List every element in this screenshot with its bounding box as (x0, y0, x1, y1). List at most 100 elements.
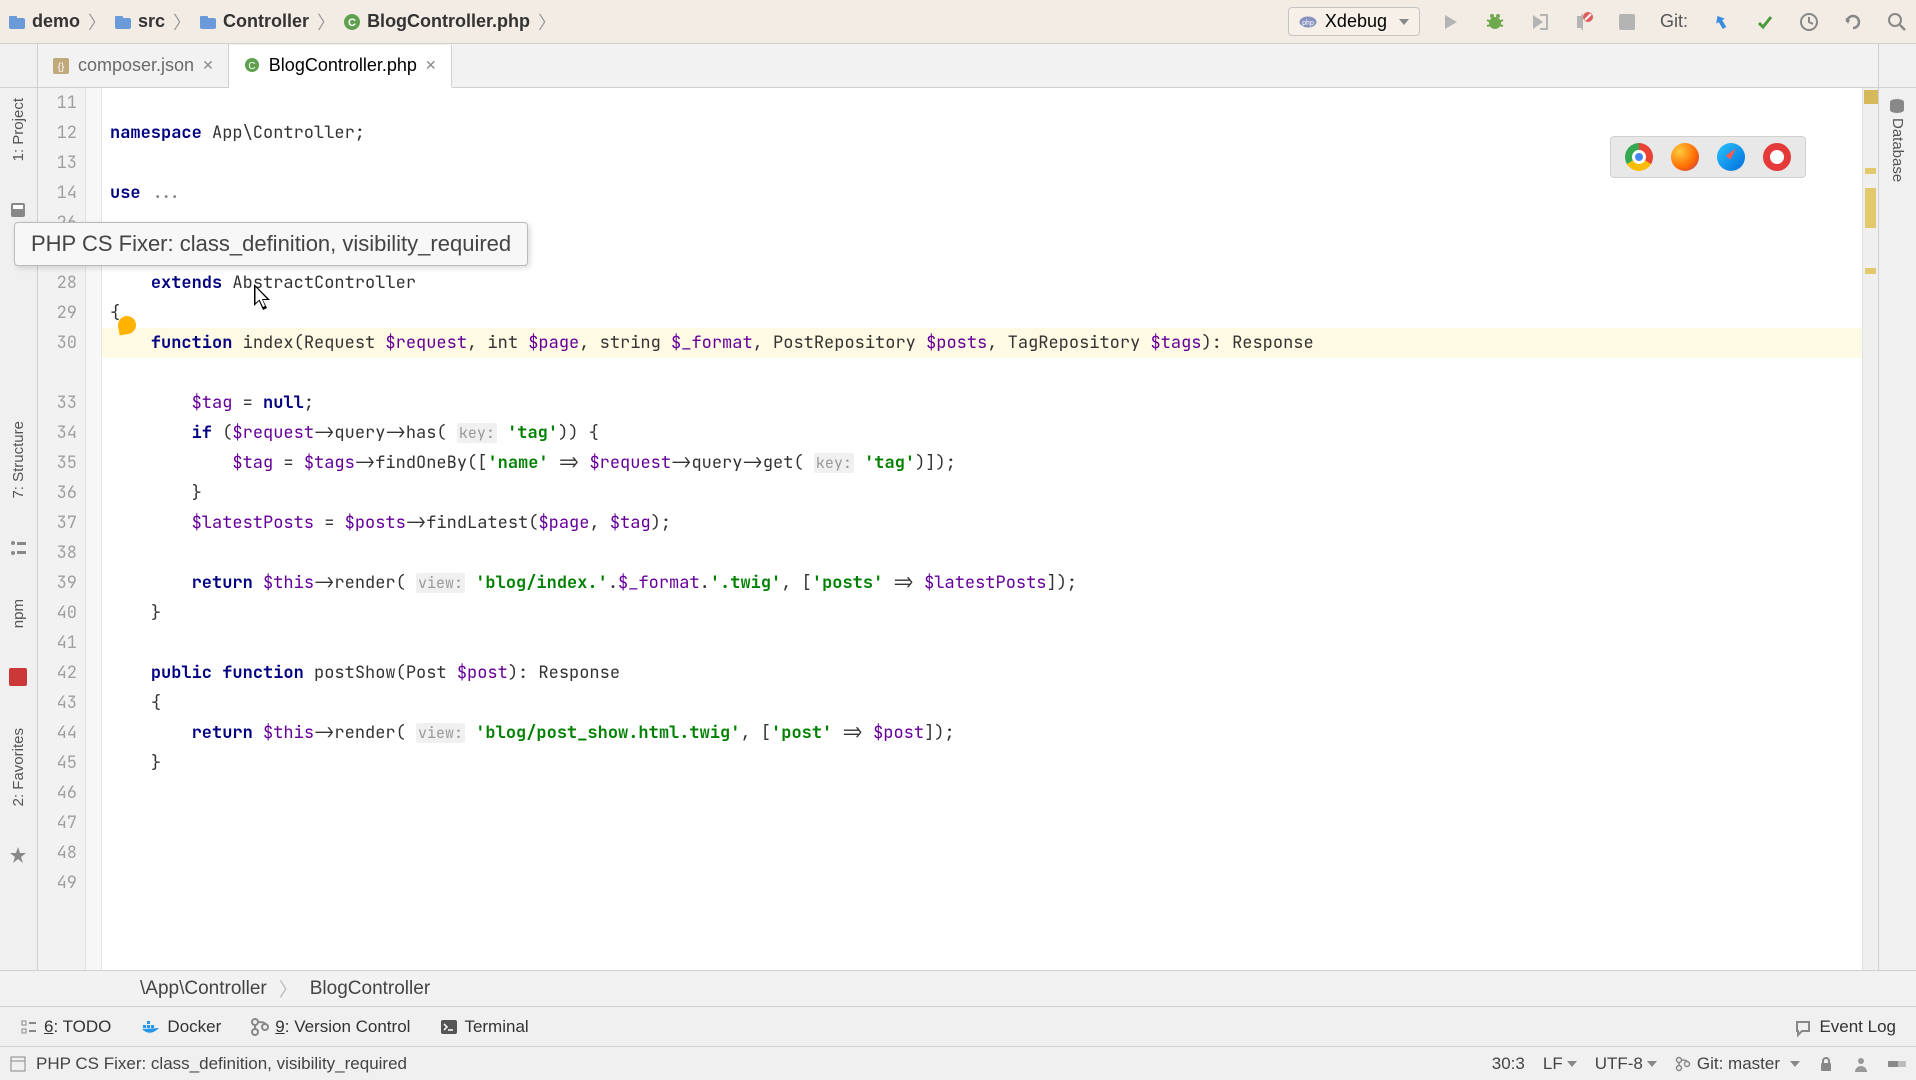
line-number: 40 (38, 598, 77, 628)
tool-window-terminal[interactable]: Terminal (440, 1017, 528, 1037)
svg-text:php: php (1302, 20, 1314, 27)
close-icon[interactable]: ✕ (202, 57, 214, 74)
chevron-right-icon: 〉 (317, 9, 335, 35)
code-text: ->render( (314, 572, 416, 594)
safari-icon[interactable] (1717, 143, 1745, 171)
tool-window-event-log[interactable]: Event Log (1795, 1017, 1896, 1037)
stop-button[interactable] (1616, 11, 1638, 33)
code-text: AbstractController (222, 272, 416, 294)
json-icon: {} (52, 57, 70, 75)
line-number-gutter: 11 12 13 14 26 27 28 29 30 33 34 35 36 3… (38, 88, 86, 970)
code-text: $tags (1150, 332, 1201, 354)
tool-window-favorites[interactable]: 2: Favorites (10, 728, 27, 806)
tool-window-version-control[interactable]: 9: Version Control (251, 1017, 410, 1037)
run-config-dropdown[interactable]: php Xdebug (1288, 7, 1420, 36)
terminal-icon (440, 1019, 458, 1035)
code-text: ); (651, 512, 671, 534)
tool-window-npm[interactable]: npm (10, 599, 27, 628)
memory-indicator-icon[interactable] (1888, 1057, 1906, 1071)
history-button[interactable] (1798, 11, 1820, 33)
breadcrumb-file[interactable]: C BlogController.php (343, 11, 530, 32)
code-text: App\Controller; (202, 122, 365, 144)
code-editor[interactable]: namespace App\Controller; use ... class … (102, 88, 1862, 970)
tool-window-structure[interactable]: 7: Structure (10, 421, 27, 499)
code-text: } (151, 602, 161, 624)
crumb-item[interactable]: BlogController (310, 978, 430, 1000)
code-text: $posts (345, 512, 406, 534)
tool-window-docker[interactable]: Docker (141, 1017, 221, 1037)
editor-tab[interactable]: C BlogController.php ✕ (229, 45, 452, 88)
project-tool-toggle[interactable] (0, 44, 38, 87)
search-everywhere-button[interactable] (1886, 11, 1908, 33)
lock-icon[interactable] (1818, 1056, 1834, 1072)
param-hint: key: (814, 453, 854, 473)
code-text (253, 722, 263, 744)
scroll-mark[interactable] (1865, 188, 1876, 228)
code-text: = (273, 452, 304, 474)
code-text: )) { (558, 422, 599, 444)
npm-icon[interactable] (9, 668, 29, 688)
database-tool-toggle[interactable] (1878, 44, 1916, 87)
breadcrumb-label: demo (32, 11, 80, 32)
commit-button[interactable] (1754, 11, 1776, 33)
php-icon: php (1299, 13, 1317, 31)
code-text: ]); (924, 722, 955, 744)
tool-window-project[interactable]: 1: Project (10, 98, 27, 161)
code-text: $post (457, 662, 508, 684)
code-text: $request (232, 422, 314, 444)
debug-button[interactable] (1484, 11, 1506, 33)
breadcrumb-project[interactable]: demo (8, 11, 80, 32)
breadcrumb-folder[interactable]: Controller (199, 11, 309, 32)
tool-icon[interactable] (9, 539, 29, 559)
status-message: PHP CS Fixer: class_definition, visibili… (36, 1054, 407, 1074)
scroll-mark[interactable] (1865, 268, 1876, 274)
caret-position[interactable]: 30:3 (1492, 1054, 1525, 1074)
editor-scrollbar[interactable] (1862, 88, 1878, 970)
code-text: => (549, 452, 590, 474)
svg-text:C: C (248, 61, 255, 72)
line-separator[interactable]: LF (1543, 1054, 1577, 1074)
inspection-indicator[interactable] (1864, 90, 1878, 104)
file-encoding[interactable]: UTF-8 (1595, 1054, 1657, 1074)
code-text: $latestPosts (924, 572, 1046, 594)
code-text: 'blog/post_show.html.twig' (475, 722, 740, 744)
crumb-item[interactable]: \App\Controller (140, 978, 267, 1000)
code-text: $tag (192, 392, 233, 414)
chevron-down-icon (1647, 1061, 1657, 1067)
git-branch-widget[interactable]: Git: master (1675, 1054, 1800, 1074)
update-project-button[interactable] (1710, 11, 1732, 33)
code-text: $tags (304, 452, 355, 474)
mnemonic: 9 (275, 1017, 284, 1036)
editor-tab[interactable]: {} composer.json ✕ (38, 44, 229, 87)
code-text: $request (385, 332, 467, 354)
chevron-right-icon: 〉 (538, 9, 556, 35)
svg-text:C: C (348, 17, 356, 29)
star-icon[interactable] (9, 846, 29, 866)
opera-icon[interactable] (1763, 143, 1791, 171)
window-icon[interactable] (10, 1056, 26, 1072)
tool-window-database[interactable]: Database (1889, 118, 1906, 182)
run-coverage-button[interactable] (1528, 11, 1550, 33)
line-number: 29 (38, 298, 77, 328)
firefox-icon[interactable] (1671, 143, 1699, 171)
tool-icon[interactable] (9, 201, 29, 221)
code-text: ->render( (314, 722, 416, 744)
revert-button[interactable] (1842, 11, 1864, 33)
line-number: 30 (38, 328, 77, 358)
breadcrumb-folder[interactable]: src (114, 11, 165, 32)
chrome-icon[interactable] (1625, 143, 1653, 171)
database-icon[interactable] (1888, 98, 1908, 118)
hector-icon[interactable] (1852, 1055, 1870, 1073)
scroll-mark[interactable] (1865, 168, 1876, 174)
line-number: 41 (38, 628, 77, 658)
breadcrumb-label: Controller (223, 11, 309, 32)
fold-gutter[interactable] (86, 88, 102, 970)
line-number: 34 (38, 418, 77, 448)
close-icon[interactable]: ✕ (425, 57, 437, 74)
line-number: 36 (38, 478, 77, 508)
tool-window-todo[interactable]: 6: TODO (20, 1017, 111, 1037)
code-text: $tag (232, 452, 273, 474)
stop-listen-button[interactable] (1572, 11, 1594, 33)
left-tool-rail: 1: Project 7: Structure npm 2: Favorites (0, 88, 38, 970)
run-button[interactable] (1440, 11, 1462, 33)
